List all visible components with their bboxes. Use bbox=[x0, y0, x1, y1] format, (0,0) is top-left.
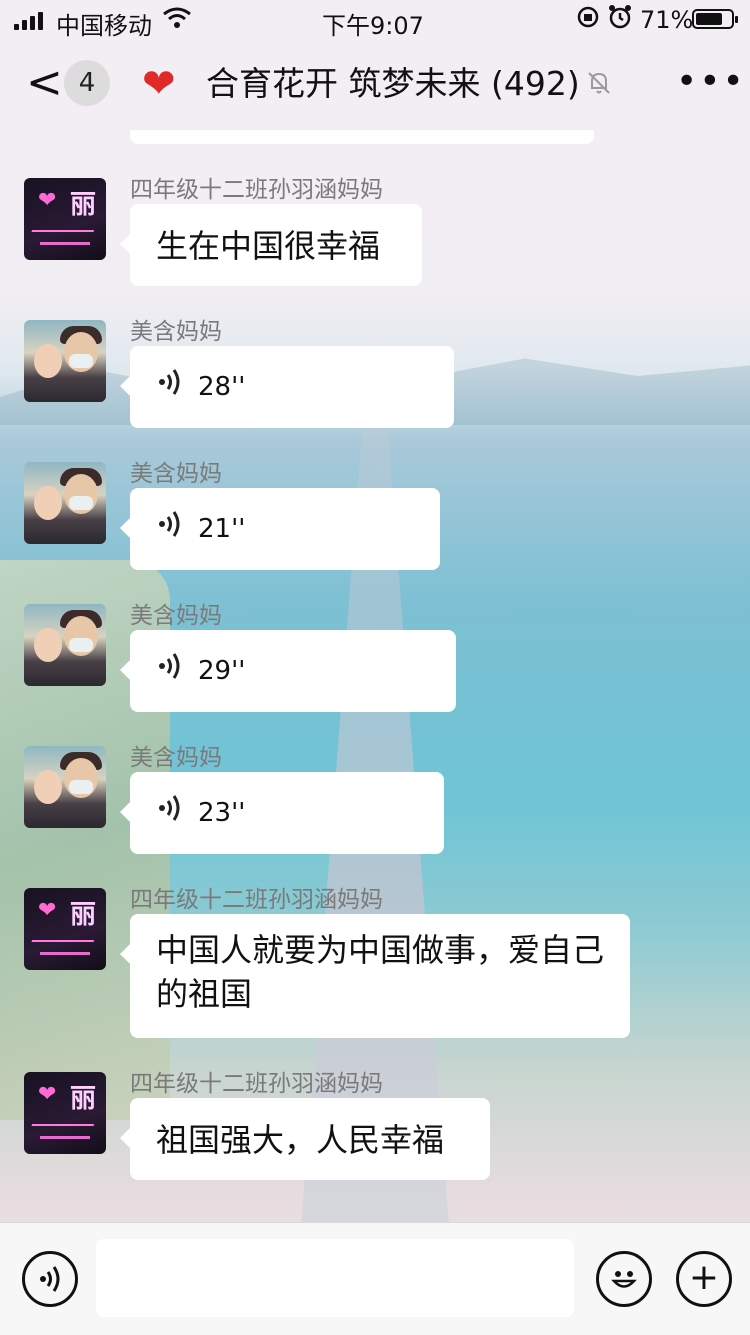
avatar[interactable] bbox=[24, 604, 106, 686]
message-text: 祖国强大，人民幸福 bbox=[156, 1121, 445, 1159]
voice-duration: 28'' bbox=[198, 372, 246, 402]
back-icon[interactable]: < bbox=[26, 58, 63, 108]
voice-wave-icon bbox=[40, 1266, 60, 1292]
message-input[interactable] bbox=[96, 1239, 574, 1317]
voice-wave-icon bbox=[158, 773, 184, 855]
heart-icon: ❤ bbox=[142, 61, 176, 107]
avatar[interactable]: ❤ 丽 bbox=[24, 178, 106, 260]
previous-message-bubble bbox=[130, 130, 594, 144]
unread-badge[interactable]: 4 bbox=[64, 60, 110, 106]
alarm-icon bbox=[608, 4, 632, 36]
wifi-icon bbox=[162, 6, 192, 36]
sender-name: 美含妈妈 bbox=[130, 745, 222, 771]
voice-input-button[interactable] bbox=[22, 1251, 78, 1307]
voice-message-bubble[interactable]: 29'' bbox=[120, 630, 456, 713]
voice-message-bubble[interactable]: 28'' bbox=[120, 346, 454, 429]
input-bar: + bbox=[0, 1222, 750, 1335]
avatar[interactable]: ❤ 丽 bbox=[24, 888, 106, 970]
voice-wave-icon bbox=[158, 347, 184, 429]
message-text: 生在中国很幸福 bbox=[156, 227, 381, 265]
sender-name: 四年级十二班孙羽涵妈妈 bbox=[130, 1071, 383, 1097]
sender-name: 美含妈妈 bbox=[130, 461, 222, 487]
emoji-button[interactable] bbox=[596, 1251, 652, 1307]
sender-name: 美含妈妈 bbox=[130, 603, 222, 629]
avatar[interactable] bbox=[24, 746, 106, 828]
sender-name: 四年级十二班孙羽涵妈妈 bbox=[130, 887, 383, 913]
plus-icon: + bbox=[688, 1257, 720, 1298]
voice-duration: 29'' bbox=[198, 656, 246, 686]
sender-name: 四年级十二班孙羽涵妈妈 bbox=[130, 177, 383, 203]
mute-bell-icon bbox=[586, 70, 612, 102]
status-bar: 中国移动 下午9:07 71% bbox=[0, 0, 750, 40]
voice-message-bubble[interactable]: 21'' bbox=[120, 488, 440, 571]
message-bubble[interactable]: 生在中国很幸福 bbox=[120, 204, 422, 286]
avatar[interactable] bbox=[24, 320, 106, 402]
chat-header: < 4 ❤ 合育花开 筑梦未来 (492) ••• bbox=[0, 40, 750, 130]
voice-wave-icon bbox=[158, 631, 184, 713]
carrier-name: 中国移动 bbox=[56, 12, 152, 40]
signal-icon bbox=[14, 10, 43, 30]
voice-duration: 21'' bbox=[198, 514, 246, 544]
status-time: 下午9:07 bbox=[322, 12, 424, 40]
rotation-lock-icon bbox=[576, 4, 600, 34]
more-functions-button[interactable]: + bbox=[676, 1251, 732, 1307]
avatar[interactable]: ❤ 丽 bbox=[24, 1072, 106, 1154]
battery-percentage: 71% bbox=[640, 6, 694, 34]
battery-icon bbox=[692, 9, 738, 29]
chat-title[interactable]: 合育花开 筑梦未来 (492) bbox=[206, 62, 580, 106]
message-bubble[interactable]: 祖国强大，人民幸福 bbox=[120, 1098, 490, 1180]
more-options-icon[interactable]: ••• bbox=[676, 60, 746, 104]
message-bubble[interactable]: 中国人就要为中国做事，爱自己的祖国 bbox=[120, 914, 630, 1038]
message-list: ❤ 丽 四年级十二班孙羽涵妈妈 生在中国很幸福 美含妈妈 28'' 美含妈妈 21… bbox=[0, 130, 750, 1222]
message-text: 中国人就要为中国做事，爱自己的祖国 bbox=[156, 931, 605, 1013]
voice-wave-icon bbox=[158, 489, 184, 571]
avatar[interactable] bbox=[24, 462, 106, 544]
smiley-icon bbox=[611, 1271, 637, 1288]
sender-name: 美含妈妈 bbox=[130, 319, 222, 345]
voice-duration: 23'' bbox=[198, 798, 246, 828]
voice-message-bubble[interactable]: 23'' bbox=[120, 772, 444, 855]
